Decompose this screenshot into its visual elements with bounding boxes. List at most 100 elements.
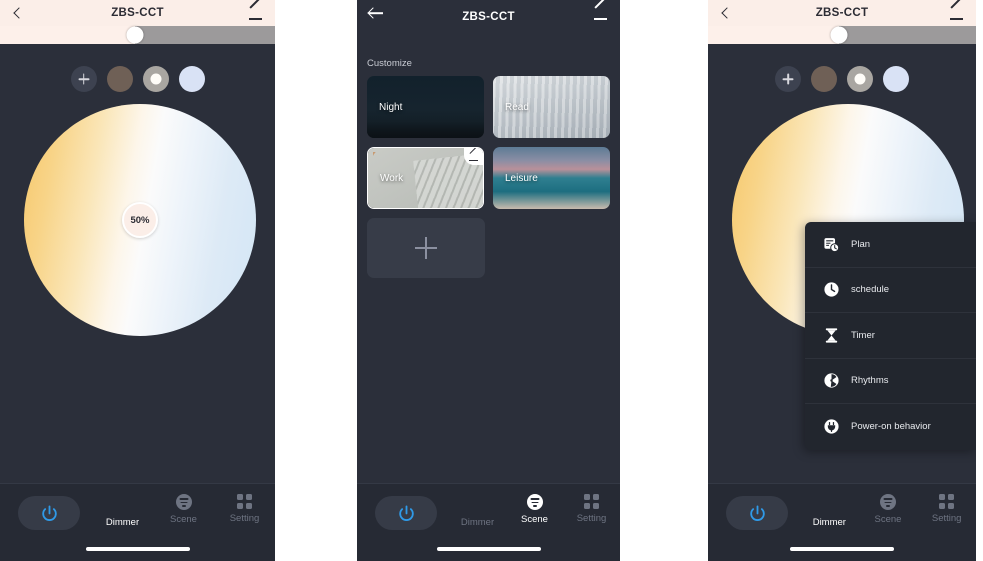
power-icon [749,504,765,521]
nav-item-dimmer[interactable]: Dimmer [800,494,859,528]
plug-icon [823,418,840,435]
slider-thumb[interactable] [830,26,848,44]
home-indicator [85,547,190,551]
color-swatch-cool-white[interactable] [883,66,909,92]
scene-card-read[interactable]: Read [493,76,610,138]
edit-button-scene[interactable] [586,0,616,26]
power-button[interactable] [375,496,437,530]
color-swatch-selected[interactable] [847,66,873,92]
nav-label-setting: Setting [229,513,260,524]
menu-item-plan[interactable]: Plan [805,222,976,268]
rhythms-icon [823,372,840,389]
nav-item-setting[interactable]: Setting [214,494,275,524]
pencil-icon [594,6,608,20]
home-indicator [790,547,894,551]
add-color-swatch[interactable] [70,66,97,92]
nav-label-dimmer: Dimmer [812,517,846,528]
bottom-navigation: Dimmer Scene Setting [0,483,275,561]
back-button[interactable] [712,0,742,26]
menu-item-rhythms[interactable]: Rhythms [805,359,976,404]
scene-card-label: Work [380,172,404,184]
nav-label-setting: Setting [576,513,607,524]
add-scene-card[interactable] [367,218,485,278]
color-swatch-brown[interactable] [811,66,837,92]
color-swatch-cool-white[interactable] [178,66,205,92]
bulb-icon [822,494,837,513]
nav-item-scene[interactable]: Scene [859,494,918,525]
back-button[interactable] [4,0,34,26]
menu-item-schedule[interactable]: schedule [805,268,976,313]
nav-item-setting[interactable]: Setting [917,494,976,524]
screenshot-stage: ZBS-CCT 50% Dimmer Scene Setting ZBS-CCT… [0,0,983,561]
power-icon [41,504,57,521]
page-title: ZBS-CCT [815,7,869,19]
nav-label-scene: Scene [521,514,548,525]
slider-fill [0,26,135,44]
power-button[interactable] [726,496,788,530]
scene-icon [526,494,543,510]
edit-button[interactable] [942,0,972,26]
brightness-slider[interactable] [0,26,275,44]
nav-label-scene: Scene [170,514,197,525]
scene-card-label: Read [505,101,529,113]
chevron-left-icon [13,7,25,19]
brightness-slider[interactable] [708,26,976,44]
pencil-icon [950,6,964,20]
power-button[interactable] [18,496,80,530]
color-swatch-selected[interactable] [142,66,169,92]
menu-item-power-on-behavior[interactable]: Power-on behavior [805,404,976,450]
app-header-scene: ZBS-CCT [357,0,620,33]
menu-item-timer[interactable]: Timer [805,313,976,359]
nav-item-scene[interactable]: Scene [153,494,214,525]
chevron-left-icon [721,7,733,19]
scene-card-leisure[interactable]: Leisure [493,147,610,209]
slider-thumb[interactable] [126,26,144,44]
nav-item-scene[interactable]: Scene [506,494,563,525]
page-title: ZBS-CCT [111,7,164,19]
scene-card-night[interactable]: Night [367,76,484,138]
nav-item-dimmer[interactable]: Dimmer [92,494,153,528]
scene-icon [880,494,896,510]
scene-icon [175,494,192,510]
menu-label-schedule: schedule [851,284,890,296]
nav-label-dimmer: Dimmer [105,517,140,528]
grid-icon [584,494,599,509]
pencil-icon [469,152,478,161]
brightness-handle[interactable]: 50% [122,202,158,238]
grid-icon [237,494,252,509]
phone-screen-scene: ZBS-CCT Customize Night Read Work Leisur… [357,0,620,561]
plus-icon [415,237,437,259]
cct-wheel-area: 50% [0,92,275,392]
nav-item-dimmer[interactable]: Dimmer [449,494,506,528]
nav-item-setting[interactable]: Setting [563,494,620,524]
bulb-icon [115,494,130,513]
nav-label-scene: Scene [874,514,902,525]
scene-card-label: Leisure [505,172,538,184]
nav-label-setting: Setting [931,513,962,524]
scene-edit-badge[interactable] [464,148,483,165]
scene-card-work[interactable]: Work [367,147,484,209]
bottom-navigation-scene: Dimmer Scene Setting [357,483,620,561]
grid-icon [939,494,955,509]
page-title-scene: ZBS-CCT [462,10,515,23]
arrow-left-icon [369,8,384,19]
home-indicator [436,547,541,551]
bulb-icon [470,494,485,513]
phone-screen-plan-menu: ZBS-CCT Plan schedule Timer Rhythms Powe… [708,0,976,561]
menu-label-plan: Plan [851,238,871,250]
selected-dot [854,73,866,85]
back-button-scene[interactable] [361,0,391,26]
nav-label-dimmer: Dimmer [460,517,495,528]
section-label-customize: Customize [367,58,412,69]
menu-label-timer: Timer [851,329,875,341]
app-header: ZBS-CCT [708,0,976,26]
scene-card-label: Night [379,101,403,113]
cct-color-wheel[interactable]: 50% [24,104,256,336]
app-header: ZBS-CCT [0,0,275,26]
color-swatch-brown[interactable] [106,66,133,92]
edit-button[interactable] [241,0,271,26]
menu-label-power-on-behavior: Power-on behavior [851,421,931,433]
add-color-swatch[interactable] [775,66,801,92]
color-swatch-row [708,44,976,92]
phone-screen-dimmer: ZBS-CCT 50% Dimmer Scene Setting [0,0,275,561]
